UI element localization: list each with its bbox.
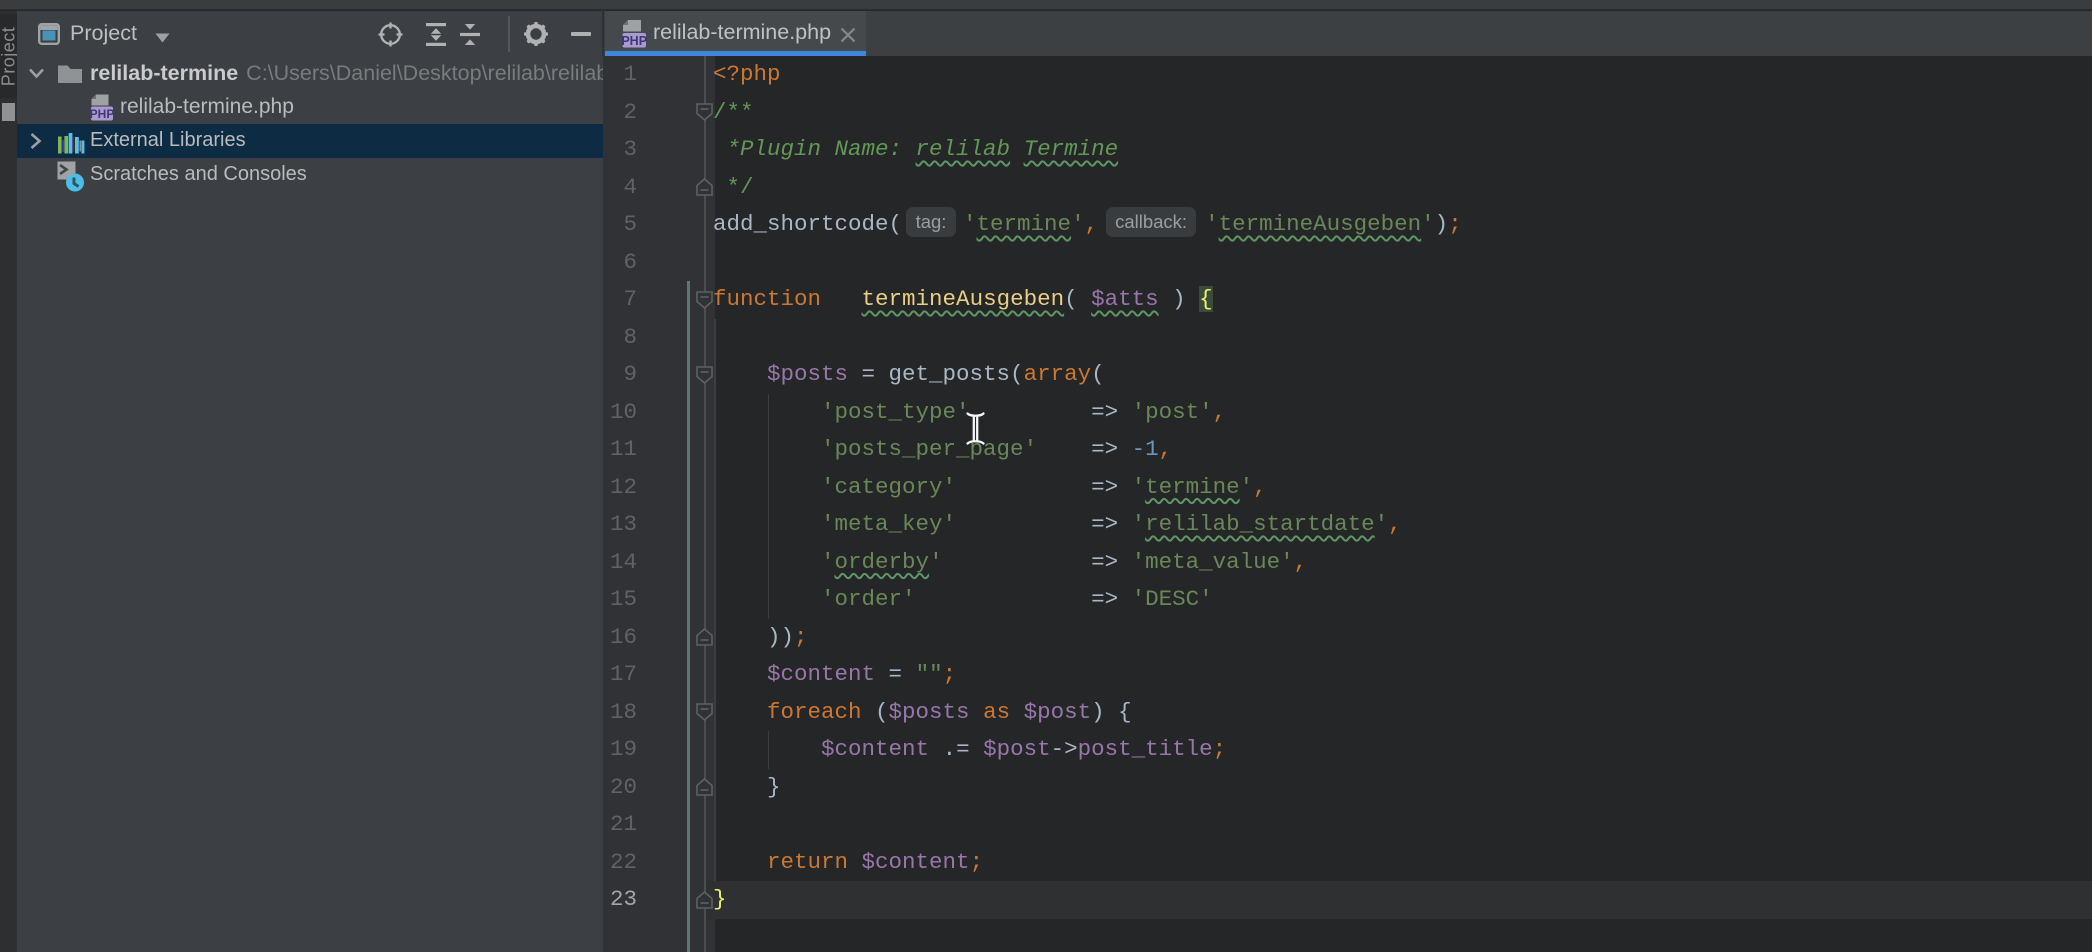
svg-text:PHP: PHP [621, 33, 647, 47]
svg-text:PHP: PHP [90, 107, 114, 121]
